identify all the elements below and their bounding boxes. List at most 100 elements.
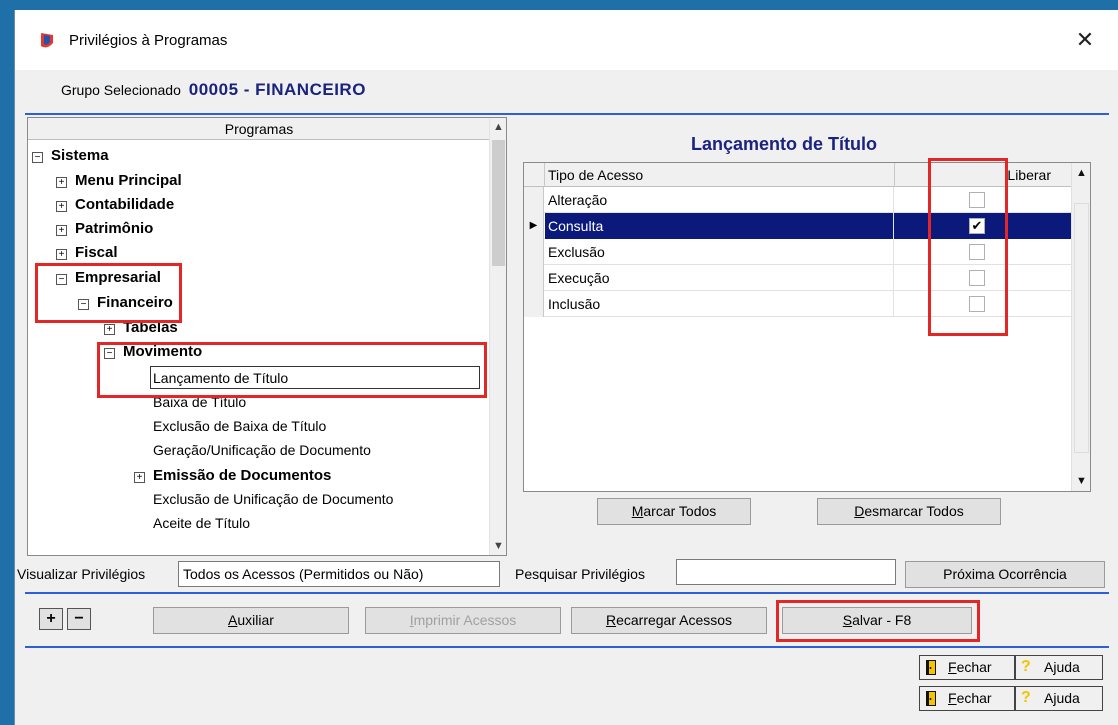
tree-node-emissao-de-documentos[interactable]: + Emissão de Documentos [134, 464, 331, 487]
tree-leaf-baixa-de-titulo[interactable]: Baixa de Título [153, 391, 246, 414]
collapse-icon[interactable]: − [32, 152, 43, 163]
close-icon[interactable]: ✕ [1065, 24, 1105, 56]
scroll-down-icon[interactable]: ▼ [1072, 471, 1091, 491]
mark-all-button[interactable]: Marcar Todos [597, 498, 751, 525]
tree-node-menu-principal[interactable]: + Menu Principal [56, 169, 182, 192]
tree-node-contabilidade[interactable]: + Contabilidade [56, 193, 174, 216]
column-header-liberar[interactable]: Liberar [894, 163, 1071, 187]
selected-group-label: Grupo Selecionado [61, 82, 181, 98]
help-icon: ? [1021, 689, 1031, 706]
tree-node-label: Contabilidade [75, 196, 175, 213]
release-checkbox[interactable] [969, 192, 985, 208]
tree-node-sistema[interactable]: − Sistema [32, 144, 109, 167]
reload-access-button[interactable]: Recarregar Acessos [571, 607, 767, 634]
unmark-all-button[interactable]: Desmarcar Todos [817, 498, 1001, 525]
scroll-thumb[interactable] [1074, 203, 1089, 453]
tree-node-fiscal[interactable]: + Fiscal [56, 241, 118, 264]
access-panel-title: Lançamento de Título [691, 134, 878, 154]
expand-icon[interactable]: + [134, 472, 145, 483]
auxiliar-button[interactable]: Auxiliar [153, 607, 349, 634]
scroll-down-icon[interactable]: ▼ [490, 537, 506, 555]
reload-access-hotkey: R [605, 612, 617, 628]
close-hotkey: F [948, 690, 957, 706]
tree-node-label: Empresarial [75, 269, 161, 286]
access-type-label: Execução [545, 265, 894, 291]
next-occurrence-button[interactable]: Próxima Ocorrência [905, 561, 1105, 588]
help-button-1[interactable]: ? Ajuda [1015, 655, 1103, 680]
tree-leaf-exclusao-unificacao[interactable]: Exclusão de Unificação de Documento [153, 488, 393, 511]
expand-icon[interactable]: + [56, 249, 67, 260]
tree-leaf-geracao-unificacao[interactable]: Geração/Unificação de Documento [153, 439, 371, 462]
tree-scrollbar[interactable]: ▲ ▼ [489, 118, 506, 555]
expand-icon[interactable]: + [56, 225, 67, 236]
save-hotkey: S [842, 612, 853, 628]
access-type-label: Consulta [545, 213, 894, 239]
reload-access-label: ecarregar Acessos [616, 612, 733, 628]
search-privileges-input[interactable] [676, 559, 896, 585]
title-bar: Privilégios à Programas ✕ [15, 10, 1118, 70]
close-hotkey: F [948, 659, 957, 675]
row-indicator [524, 265, 544, 291]
auxiliar-label: uxiliar [237, 612, 274, 628]
selected-group: Grupo Selecionado 00005 - FINANCEIRO [61, 80, 366, 100]
privileges-window: Privilégios à Programas ✕ Grupo Selecion… [14, 10, 1118, 725]
release-cell [894, 187, 1071, 213]
tree-leaf-exclusao-de-baixa[interactable]: Exclusão de Baixa de Título [153, 415, 326, 438]
column-header-tipo-de-acesso[interactable]: Tipo de Acesso [544, 163, 894, 187]
row-indicator [524, 291, 544, 317]
release-cell [894, 265, 1071, 291]
selected-group-value: 00005 - FINANCEIRO [188, 80, 366, 99]
scroll-up-icon[interactable]: ▲ [1072, 163, 1091, 183]
release-checkbox[interactable] [969, 270, 985, 286]
help-button-2[interactable]: ? Ajuda [1015, 686, 1103, 711]
access-row-exclusao[interactable]: Exclusão [524, 239, 1071, 265]
grid-scrollbar[interactable]: ▲ ▼ [1071, 163, 1090, 491]
tree-node-patrimonio[interactable]: + Patrimônio [56, 217, 153, 240]
access-row-consulta[interactable]: ▶ Consulta ✔ [524, 213, 1071, 239]
release-cell [894, 239, 1071, 265]
expand-all-icon[interactable]: + [39, 608, 63, 630]
print-access-button[interactable]: Imprimir Acessos [365, 607, 561, 634]
row-indicator-icon: ▶ [524, 213, 544, 239]
search-privileges-label: Pesquisar Privilégios [515, 566, 645, 582]
tree-node-movimento[interactable]: − Movimento [104, 340, 202, 363]
close-button-1[interactable]: Fechar [919, 655, 1015, 680]
separator [25, 592, 1109, 594]
collapse-icon[interactable]: − [78, 299, 89, 310]
tree-node-empresarial[interactable]: − Empresarial [56, 266, 161, 289]
tree-node-label: Tabelas [123, 319, 178, 336]
release-checkbox[interactable] [969, 296, 985, 312]
tree-node-label: Fiscal [75, 244, 118, 261]
expand-icon[interactable]: + [56, 177, 67, 188]
programs-tree[interactable]: Programas ▲ ▼ − Sistema + Menu Principal +… [27, 117, 507, 556]
tree-leaf-aceite-de-titulo[interactable]: Aceite de Título [153, 512, 250, 535]
release-checkbox[interactable] [969, 244, 985, 260]
collapse-all-icon[interactable]: − [67, 608, 91, 630]
expand-icon[interactable]: + [56, 201, 67, 212]
tree-leaf-lancamento-de-titulo[interactable]: Lançamento de Título [150, 366, 480, 389]
save-button[interactable]: Salvar - F8 [782, 607, 972, 634]
row-indicator [524, 239, 544, 265]
collapse-icon[interactable]: − [104, 348, 115, 359]
expand-icon[interactable]: + [104, 324, 115, 335]
tree-node-label: Menu Principal [75, 172, 182, 189]
access-row-execucao[interactable]: Execução [524, 265, 1071, 291]
window-title: Privilégios à Programas [69, 32, 228, 49]
view-privileges-select[interactable]: Todos os Acessos (Permitidos ou Não) [178, 561, 500, 587]
close-button-2[interactable]: Fechar [919, 686, 1015, 711]
help-label: Ajuda [1044, 690, 1080, 706]
tree-node-tabelas[interactable]: + Tabelas [104, 316, 178, 339]
access-row-alteracao[interactable]: Alteração [524, 187, 1071, 213]
close-label: echar [956, 659, 992, 675]
release-checkbox-checked[interactable]: ✔ [969, 218, 985, 234]
auxiliar-hotkey: A [228, 612, 238, 628]
access-type-label: Inclusão [545, 291, 894, 317]
access-row-inclusao[interactable]: Inclusão [524, 291, 1071, 317]
scroll-up-icon[interactable]: ▲ [490, 118, 506, 136]
mark-all-label: arcar Todos [643, 503, 717, 519]
access-grid[interactable]: Tipo de Acesso Liberar Alteração ▶ Consu… [523, 162, 1091, 492]
collapse-icon[interactable]: − [56, 274, 67, 285]
scroll-thumb[interactable] [492, 140, 505, 266]
access-type-label: Exclusão [545, 239, 894, 265]
tree-node-financeiro[interactable]: − Financeiro [78, 291, 173, 314]
